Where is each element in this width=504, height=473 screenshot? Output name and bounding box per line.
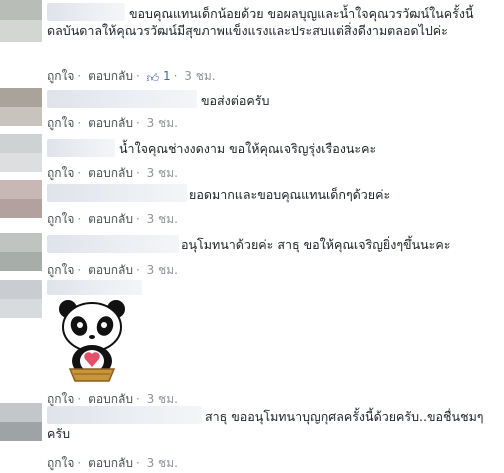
like-link[interactable]: ถูกใจ — [47, 263, 74, 277]
avatar[interactable] — [0, 233, 42, 271]
commenter-name[interactable] — [47, 139, 115, 157]
reply-link[interactable]: ตอบกลับ — [88, 69, 133, 83]
commenter-name[interactable] — [47, 184, 187, 202]
timestamp[interactable]: 3 ชม. — [147, 456, 178, 470]
comment-text: อนุโมทนาด้วยค่ะ สาธุ ขอให้คุณเจริญยิ่งๆข… — [181, 237, 451, 252]
like-link[interactable]: ถูกใจ — [47, 456, 74, 470]
comment-actions: ถูกใจ · ตอบกลับ · 3 ชม. — [47, 116, 178, 130]
comment-actions: ถูกใจ · ตอบกลับ · 👍︎ 1 · 3 ชม. — [47, 69, 216, 86]
panda-heart-sticker[interactable] — [52, 297, 132, 383]
commenter-name[interactable] — [47, 280, 142, 295]
comment-text: ยอดมากและขอบคุณแทนเด็กๆด้วยค่ะ — [189, 187, 391, 202]
comment-5: อนุโมทนาด้วยค่ะ สาธุ ขอให้คุณเจริญยิ่งๆข… — [0, 233, 504, 277]
comment-1: ขอบคุณแทนเด็กน้อยด้วย ขอผลบุญและน้ำใจคุณ… — [0, 0, 504, 86]
avatar[interactable] — [0, 280, 42, 318]
comment-7: สาธุ ขออนุโมทนาบุญกุศลครั้งนี้ด้วยครับ..… — [0, 403, 504, 471]
comment-actions: ถูกใจ · ตอบกลับ · 3 ชม. — [47, 212, 178, 226]
commenter-name[interactable] — [47, 235, 179, 253]
thumbs-up-icon[interactable]: 👍︎ — [147, 71, 160, 86]
timestamp[interactable]: 3 ชม. — [147, 263, 178, 277]
avatar[interactable] — [0, 88, 42, 126]
timestamp[interactable]: 3 ชม. — [184, 69, 215, 83]
comment-text: สาธุ ขออนุโมทนาบุญกุศลครั้งนี้ด้วยครับ..… — [47, 409, 484, 441]
avatar[interactable] — [0, 0, 42, 42]
comment-3: น้ำใจคุณช่างงดงาม ขอให้คุณเจริญรุ่งเรือง… — [0, 134, 504, 180]
comment-4: ยอดมากและขอบคุณแทนเด็กๆด้วยค่ะ ถูกใจ · ตอ… — [0, 180, 504, 226]
comment-actions: ถูกใจ · ตอบกลับ · 3 ชม. — [47, 456, 178, 470]
like-link[interactable]: ถูกใจ — [47, 116, 74, 130]
avatar[interactable] — [0, 403, 42, 441]
timestamp[interactable]: 3 ชม. — [147, 166, 178, 180]
reply-link[interactable]: ตอบกลับ — [88, 263, 133, 277]
reply-link[interactable]: ตอบกลับ — [88, 212, 133, 226]
like-link[interactable]: ถูกใจ — [47, 212, 74, 226]
commenter-name[interactable] — [47, 90, 197, 108]
comment-text: ขอบคุณแทนเด็กน้อยด้วย ขอผลบุญและน้ำใจคุณ… — [47, 6, 474, 38]
comment-text: ขอส่งต่อครับ — [201, 93, 270, 108]
avatar[interactable] — [0, 134, 42, 172]
timestamp[interactable]: 3 ชม. — [147, 212, 178, 226]
comment-actions: ถูกใจ · ตอบกลับ · 3 ชม. — [47, 263, 178, 277]
comment-text: น้ำใจคุณช่างงดงาม ขอให้คุณเจริญรุ่งเรือง… — [119, 141, 377, 156]
reply-link[interactable]: ตอบกลับ — [88, 456, 133, 470]
reply-link[interactable]: ตอบกลับ — [88, 166, 133, 180]
comment-2: ขอส่งต่อครับ ถูกใจ · ตอบกลับ · 3 ชม. — [0, 88, 504, 130]
timestamp[interactable]: 3 ชม. — [147, 116, 178, 130]
reply-link[interactable]: ตอบกลับ — [88, 116, 133, 130]
like-link[interactable]: ถูกใจ — [47, 166, 74, 180]
avatar[interactable] — [0, 180, 42, 218]
like-link[interactable]: ถูกใจ — [47, 69, 74, 83]
like-count[interactable]: 1 — [163, 69, 171, 83]
